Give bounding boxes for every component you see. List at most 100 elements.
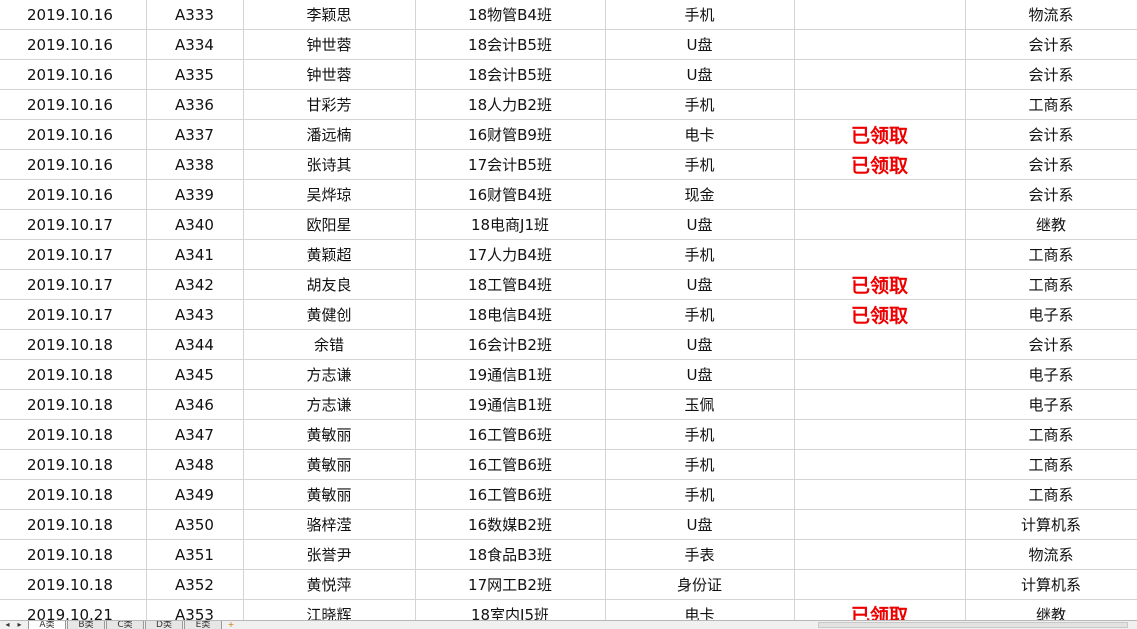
class-cell[interactable]: 19通信B1班: [415, 359, 606, 390]
class-cell[interactable]: 17人力B4班: [415, 239, 606, 270]
status-cell[interactable]: 已领取: [794, 119, 966, 150]
date-cell[interactable]: 2019.10.16: [0, 89, 147, 120]
name-cell[interactable]: 张誉尹: [243, 539, 416, 570]
class-cell[interactable]: 16财管B4班: [415, 179, 606, 210]
id-cell[interactable]: A337: [146, 119, 244, 150]
id-cell[interactable]: A352: [146, 569, 244, 600]
class-cell[interactable]: 16工管B6班: [415, 419, 606, 450]
name-cell[interactable]: 黄敏丽: [243, 449, 416, 480]
dept-cell[interactable]: 电子系: [965, 389, 1137, 420]
dept-cell[interactable]: 工商系: [965, 419, 1137, 450]
id-cell[interactable]: A340: [146, 209, 244, 240]
class-cell[interactable]: 16会计B2班: [415, 329, 606, 360]
id-cell[interactable]: A350: [146, 509, 244, 540]
dept-cell[interactable]: 电子系: [965, 299, 1137, 330]
id-cell[interactable]: A343: [146, 299, 244, 330]
class-cell[interactable]: 18食品B3班: [415, 539, 606, 570]
id-cell[interactable]: A336: [146, 89, 244, 120]
class-cell[interactable]: 16财管B9班: [415, 119, 606, 150]
dept-cell[interactable]: 计算机系: [965, 509, 1137, 540]
date-cell[interactable]: 2019.10.18: [0, 449, 147, 480]
date-cell[interactable]: 2019.10.17: [0, 209, 147, 240]
status-cell[interactable]: [794, 539, 966, 570]
item-cell[interactable]: U盘: [605, 329, 795, 360]
class-cell[interactable]: 18室内I5班: [415, 599, 606, 620]
item-cell[interactable]: 现金: [605, 179, 795, 210]
dept-cell[interactable]: 工商系: [965, 479, 1137, 510]
dept-cell[interactable]: 工商系: [965, 449, 1137, 480]
id-cell[interactable]: A334: [146, 29, 244, 60]
id-cell[interactable]: A333: [146, 0, 244, 30]
name-cell[interactable]: 黄健创: [243, 299, 416, 330]
date-cell[interactable]: 2019.10.16: [0, 119, 147, 150]
date-cell[interactable]: 2019.10.18: [0, 569, 147, 600]
item-cell[interactable]: 手机: [605, 299, 795, 330]
id-cell[interactable]: A341: [146, 239, 244, 270]
status-cell[interactable]: [794, 449, 966, 480]
item-cell[interactable]: 手机: [605, 149, 795, 180]
id-cell[interactable]: A345: [146, 359, 244, 390]
class-cell[interactable]: 18电信B4班: [415, 299, 606, 330]
name-cell[interactable]: 李颖思: [243, 0, 416, 30]
id-cell[interactable]: A348: [146, 449, 244, 480]
status-cell[interactable]: [794, 509, 966, 540]
status-cell[interactable]: [794, 419, 966, 450]
class-cell[interactable]: 19通信B1班: [415, 389, 606, 420]
name-cell[interactable]: 欧阳星: [243, 209, 416, 240]
date-cell[interactable]: 2019.10.18: [0, 419, 147, 450]
item-cell[interactable]: U盘: [605, 359, 795, 390]
status-cell[interactable]: 已领取: [794, 599, 966, 620]
id-cell[interactable]: A346: [146, 389, 244, 420]
class-cell[interactable]: 18工管B4班: [415, 269, 606, 300]
id-cell[interactable]: A335: [146, 59, 244, 90]
class-cell[interactable]: 18会计B5班: [415, 59, 606, 90]
status-cell[interactable]: [794, 29, 966, 60]
name-cell[interactable]: 钟世蓉: [243, 59, 416, 90]
date-cell[interactable]: 2019.10.18: [0, 509, 147, 540]
dept-cell[interactable]: 继教: [965, 209, 1137, 240]
name-cell[interactable]: 骆梓滢: [243, 509, 416, 540]
status-cell[interactable]: 已领取: [794, 269, 966, 300]
dept-cell[interactable]: 会计系: [965, 29, 1137, 60]
name-cell[interactable]: 黄敏丽: [243, 419, 416, 450]
item-cell[interactable]: 手机: [605, 449, 795, 480]
name-cell[interactable]: 胡友良: [243, 269, 416, 300]
status-cell[interactable]: [794, 59, 966, 90]
spreadsheet-grid[interactable]: 2019.10.16 A333 李颖思 18物管B4班 手机 物流系 2019.10.16 A…: [0, 0, 1137, 620]
class-cell[interactable]: 16工管B6班: [415, 479, 606, 510]
date-cell[interactable]: 2019.10.18: [0, 479, 147, 510]
class-cell[interactable]: 16工管B6班: [415, 449, 606, 480]
status-cell[interactable]: [794, 479, 966, 510]
item-cell[interactable]: U盘: [605, 209, 795, 240]
item-cell[interactable]: 电卡: [605, 599, 795, 620]
status-cell[interactable]: [794, 389, 966, 420]
date-cell[interactable]: 2019.10.16: [0, 179, 147, 210]
id-cell[interactable]: A338: [146, 149, 244, 180]
horizontal-scrollbar[interactable]: [818, 622, 1128, 628]
name-cell[interactable]: 甘彩芳: [243, 89, 416, 120]
dept-cell[interactable]: 会计系: [965, 329, 1137, 360]
status-cell[interactable]: [794, 359, 966, 390]
date-cell[interactable]: 2019.10.17: [0, 269, 147, 300]
item-cell[interactable]: 身份证: [605, 569, 795, 600]
name-cell[interactable]: 黄敏丽: [243, 479, 416, 510]
status-cell[interactable]: [794, 239, 966, 270]
status-cell[interactable]: 已领取: [794, 299, 966, 330]
date-cell[interactable]: 2019.10.17: [0, 299, 147, 330]
date-cell[interactable]: 2019.10.16: [0, 149, 147, 180]
class-cell[interactable]: 18人力B2班: [415, 89, 606, 120]
dept-cell[interactable]: 会计系: [965, 119, 1137, 150]
name-cell[interactable]: 潘远楠: [243, 119, 416, 150]
dept-cell[interactable]: 物流系: [965, 0, 1137, 30]
item-cell[interactable]: 玉佩: [605, 389, 795, 420]
id-cell[interactable]: A349: [146, 479, 244, 510]
date-cell[interactable]: 2019.10.16: [0, 29, 147, 60]
name-cell[interactable]: 方志谦: [243, 389, 416, 420]
id-cell[interactable]: A344: [146, 329, 244, 360]
item-cell[interactable]: 手机: [605, 0, 795, 30]
item-cell[interactable]: 电卡: [605, 119, 795, 150]
id-cell[interactable]: A347: [146, 419, 244, 450]
dept-cell[interactable]: 工商系: [965, 239, 1137, 270]
name-cell[interactable]: 方志谦: [243, 359, 416, 390]
dept-cell[interactable]: 工商系: [965, 89, 1137, 120]
